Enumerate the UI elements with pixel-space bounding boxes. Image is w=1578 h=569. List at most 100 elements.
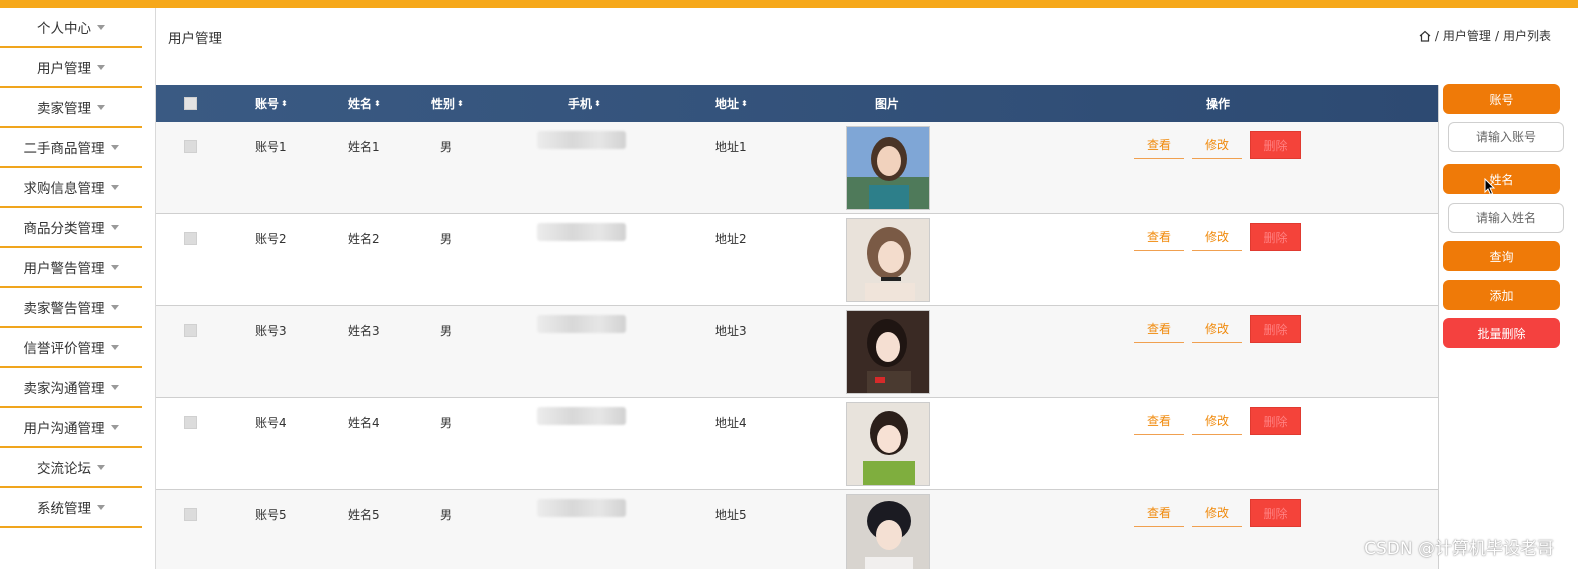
edit-button[interactable]: 修改: [1192, 407, 1242, 435]
cell-gender: 男: [440, 416, 453, 430]
user-photo: [846, 494, 930, 569]
add-button[interactable]: 添加: [1443, 280, 1560, 310]
cell-phone-blurred: [537, 223, 626, 241]
table-row: 账号5 姓名5 男 地址5 查看 修改 删除: [156, 490, 1439, 569]
edit-button[interactable]: 修改: [1192, 499, 1242, 527]
column-label: 操作: [1206, 97, 1231, 111]
user-table: 账号 ⬍ 姓名 ⬍ 性别 ⬍ 手机 ⬍ 地址 ⬍ 图片 操作 账号1 姓名1 男 地址1 …: [156, 85, 1439, 569]
column-label: 手机: [568, 97, 593, 111]
cell-phone-blurred: [537, 407, 626, 425]
sort-icon: ⬍: [457, 98, 464, 108]
row-checkbox[interactable]: [184, 324, 197, 337]
cell-account: 账号4: [255, 416, 287, 430]
sidebar-item-secondhand-goods[interactable]: 二手商品管理: [0, 128, 142, 168]
cell-address: 地址5: [715, 508, 747, 522]
breadcrumb-item-user-management[interactable]: 用户管理: [1443, 27, 1491, 44]
delete-button[interactable]: 删除: [1250, 315, 1301, 343]
row-checkbox[interactable]: [184, 416, 197, 429]
sidebar-menu: 个人中心 用户管理 卖家管理 二手商品管理 求购信息管理 商品分类管理 用户警告…: [0, 8, 142, 569]
sidebar-item-label: 求购信息管理: [23, 181, 105, 197]
sidebar-item-label: 用户沟通管理: [23, 421, 105, 437]
column-header-actions: 操作: [1206, 85, 1230, 122]
sidebar-item-system-management[interactable]: 系统管理: [0, 488, 142, 528]
column-header-gender[interactable]: 性别 ⬍: [431, 85, 464, 122]
breadcrumb-item-user-list: 用户列表: [1502, 29, 1551, 43]
cell-name: 姓名3: [348, 324, 380, 338]
caret-down-icon: [97, 64, 105, 70]
cell-name: 姓名1: [348, 140, 380, 154]
sidebar-item-credit-reviews[interactable]: 信誉评价管理: [0, 328, 142, 368]
sidebar-item-label: 卖家沟通管理: [23, 381, 105, 397]
view-button[interactable]: 查看: [1134, 223, 1184, 251]
delete-button[interactable]: 删除: [1250, 223, 1301, 251]
cell-name: 姓名4: [348, 416, 380, 430]
sidebar-item-user-communication[interactable]: 用户沟通管理: [0, 408, 142, 448]
batch-delete-button[interactable]: 批量删除: [1443, 318, 1560, 348]
caret-down-icon: [97, 504, 105, 510]
breadcrumb-separator: /: [1494, 28, 1499, 43]
account-search-input[interactable]: [1448, 122, 1564, 152]
sidebar-item-label: 信誉评价管理: [23, 341, 105, 357]
sidebar-item-category-management[interactable]: 商品分类管理: [0, 208, 142, 248]
edit-button[interactable]: 修改: [1192, 131, 1242, 159]
caret-down-icon: [97, 464, 105, 470]
delete-button[interactable]: 删除: [1250, 407, 1301, 435]
sort-icon: ⬍: [374, 98, 381, 108]
home-icon[interactable]: [1419, 30, 1431, 42]
sidebar-item-label: 二手商品管理: [23, 141, 105, 157]
sidebar-item-personal-center[interactable]: 个人中心: [0, 8, 142, 48]
row-checkbox[interactable]: [184, 508, 197, 521]
sidebar-item-seller-management[interactable]: 卖家管理: [0, 88, 142, 128]
row-checkbox[interactable]: [184, 232, 197, 245]
cell-account: 账号1: [255, 140, 287, 154]
table-border: [1438, 85, 1439, 569]
view-button[interactable]: 查看: [1134, 131, 1184, 159]
sidebar-item-purchase-requests[interactable]: 求购信息管理: [0, 168, 142, 208]
cell-account: 账号2: [255, 232, 287, 246]
cell-address: 地址2: [715, 232, 747, 246]
user-photo: [846, 402, 930, 486]
cell-address: 地址4: [715, 416, 747, 430]
sidebar-item-forum[interactable]: 交流论坛: [0, 448, 142, 488]
column-header-address[interactable]: 地址 ⬍: [715, 85, 748, 122]
cell-name: 姓名2: [348, 232, 380, 246]
column-label: 姓名: [348, 97, 373, 111]
select-all-checkbox[interactable]: [184, 97, 197, 110]
sidebar-item-label: 个人中心: [37, 21, 91, 37]
delete-button[interactable]: 删除: [1250, 499, 1301, 527]
view-button[interactable]: 查看: [1134, 315, 1184, 343]
column-header-phone[interactable]: 手机 ⬍: [568, 85, 601, 122]
caret-down-icon: [110, 144, 119, 150]
user-photo: [846, 126, 930, 210]
watermark: CSDN @计算机毕设老哥: [1364, 539, 1554, 559]
column-label: 性别: [431, 97, 456, 111]
table-row: 账号4 姓名4 男 地址4 查看 修改 删除: [156, 398, 1439, 490]
view-button[interactable]: 查看: [1134, 499, 1184, 527]
edit-button[interactable]: 修改: [1192, 315, 1242, 343]
row-checkbox[interactable]: [184, 140, 197, 153]
sidebar-item-label: 用户管理: [37, 61, 91, 77]
edit-button[interactable]: 修改: [1192, 223, 1242, 251]
cell-address: 地址3: [715, 324, 747, 338]
name-search-input[interactable]: [1448, 203, 1564, 233]
table-row: 账号2 姓名2 男 地址2 查看 修改 删除: [156, 214, 1439, 306]
sidebar-item-seller-communication[interactable]: 卖家沟通管理: [0, 368, 142, 408]
mouse-cursor-icon: [1484, 178, 1496, 196]
sidebar-item-user-warnings[interactable]: 用户警告管理: [0, 248, 142, 288]
user-photo: [846, 218, 930, 302]
query-button[interactable]: 查询: [1443, 241, 1560, 271]
cell-address: 地址1: [715, 140, 747, 154]
account-label-button[interactable]: 账号: [1443, 84, 1560, 114]
name-label-button[interactable]: 姓名: [1443, 164, 1560, 194]
sort-icon: ⬍: [281, 98, 288, 108]
caret-down-icon: [110, 264, 119, 270]
column-header-name[interactable]: 姓名 ⬍: [348, 85, 381, 122]
sidebar-item-seller-warnings[interactable]: 卖家警告管理: [0, 288, 142, 328]
delete-button[interactable]: 删除: [1250, 131, 1301, 159]
table-row: 账号1 姓名1 男 地址1 查看 修改 删除: [156, 122, 1439, 214]
column-header-account[interactable]: 账号 ⬍: [255, 85, 288, 122]
sidebar-item-user-management[interactable]: 用户管理: [0, 48, 142, 88]
breadcrumb-separator: /: [1434, 28, 1439, 43]
view-button[interactable]: 查看: [1134, 407, 1184, 435]
caret-down-icon: [97, 104, 105, 110]
